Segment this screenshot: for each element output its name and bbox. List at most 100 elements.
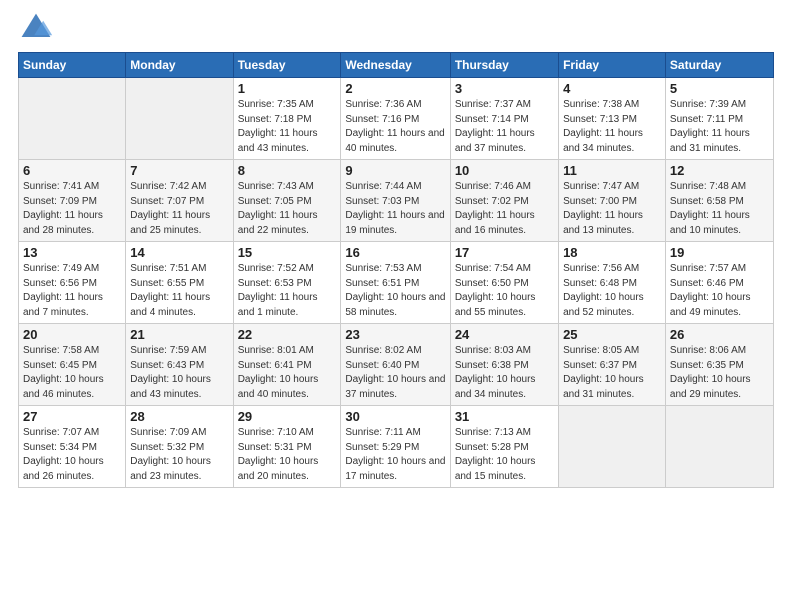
calendar-cell: 12 Sunrise: 7:48 AMSunset: 6:58 PMDayligh… xyxy=(665,160,773,242)
logo-icon xyxy=(18,10,54,46)
day-info: Sunrise: 7:13 AMSunset: 5:28 PMDaylight:… xyxy=(455,426,554,484)
day-info: Sunrise: 7:52 AMSunset: 6:53 PMDaylight:… xyxy=(238,262,337,320)
calendar-table: SundayMondayTuesdayWednesdayThursdayFrid… xyxy=(18,52,774,488)
calendar-cell: 27 Sunrise: 7:07 AMSunset: 5:34 PMDayligh… xyxy=(19,406,126,488)
day-number: 13 xyxy=(23,245,121,260)
calendar-day-header: Thursday xyxy=(450,53,558,78)
day-info: Sunrise: 7:54 AMSunset: 6:50 PMDaylight:… xyxy=(455,262,554,320)
day-info: Sunrise: 7:07 AMSunset: 5:34 PMDaylight:… xyxy=(23,426,121,484)
calendar-cell: 16 Sunrise: 7:53 AMSunset: 6:51 PMDayligh… xyxy=(341,242,450,324)
day-info: Sunrise: 7:38 AMSunset: 7:13 PMDaylight:… xyxy=(563,98,661,156)
day-info: Sunrise: 7:36 AMSunset: 7:16 PMDaylight:… xyxy=(345,98,445,156)
day-info: Sunrise: 8:03 AMSunset: 6:38 PMDaylight:… xyxy=(455,344,554,402)
day-number: 16 xyxy=(345,245,445,260)
calendar-cell: 9 Sunrise: 7:44 AMSunset: 7:03 PMDaylight… xyxy=(341,160,450,242)
day-number: 15 xyxy=(238,245,337,260)
day-info: Sunrise: 7:09 AMSunset: 5:32 PMDaylight:… xyxy=(130,426,228,484)
day-info: Sunrise: 7:58 AMSunset: 6:45 PMDaylight:… xyxy=(23,344,121,402)
day-info: Sunrise: 7:49 AMSunset: 6:56 PMDaylight:… xyxy=(23,262,121,320)
day-info: Sunrise: 7:56 AMSunset: 6:48 PMDaylight:… xyxy=(563,262,661,320)
day-info: Sunrise: 7:48 AMSunset: 6:58 PMDaylight:… xyxy=(670,180,769,238)
day-number: 27 xyxy=(23,409,121,424)
logo xyxy=(18,10,60,46)
day-number: 21 xyxy=(130,327,228,342)
calendar-week-row: 6 Sunrise: 7:41 AMSunset: 7:09 PMDaylight… xyxy=(19,160,774,242)
calendar-week-row: 20 Sunrise: 7:58 AMSunset: 6:45 PMDayligh… xyxy=(19,324,774,406)
day-number: 31 xyxy=(455,409,554,424)
day-number: 8 xyxy=(238,163,337,178)
calendar-cell: 5 Sunrise: 7:39 AMSunset: 7:11 PMDaylight… xyxy=(665,78,773,160)
calendar-cell xyxy=(665,406,773,488)
calendar-cell: 25 Sunrise: 8:05 AMSunset: 6:37 PMDayligh… xyxy=(559,324,666,406)
day-info: Sunrise: 7:43 AMSunset: 7:05 PMDaylight:… xyxy=(238,180,337,238)
day-info: Sunrise: 7:10 AMSunset: 5:31 PMDaylight:… xyxy=(238,426,337,484)
calendar-cell: 28 Sunrise: 7:09 AMSunset: 5:32 PMDayligh… xyxy=(126,406,233,488)
calendar-cell: 10 Sunrise: 7:46 AMSunset: 7:02 PMDayligh… xyxy=(450,160,558,242)
calendar-cell: 24 Sunrise: 8:03 AMSunset: 6:38 PMDayligh… xyxy=(450,324,558,406)
day-info: Sunrise: 7:39 AMSunset: 7:11 PMDaylight:… xyxy=(670,98,769,156)
day-info: Sunrise: 7:59 AMSunset: 6:43 PMDaylight:… xyxy=(130,344,228,402)
calendar-week-row: 13 Sunrise: 7:49 AMSunset: 6:56 PMDayligh… xyxy=(19,242,774,324)
calendar-day-header: Sunday xyxy=(19,53,126,78)
calendar-week-row: 27 Sunrise: 7:07 AMSunset: 5:34 PMDayligh… xyxy=(19,406,774,488)
day-number: 26 xyxy=(670,327,769,342)
day-number: 20 xyxy=(23,327,121,342)
calendar-cell: 31 Sunrise: 7:13 AMSunset: 5:28 PMDayligh… xyxy=(450,406,558,488)
calendar-cell: 4Sunrise: 7:38 AMSunset: 7:13 PMDaylight… xyxy=(559,78,666,160)
calendar-cell xyxy=(126,78,233,160)
calendar-day-header: Friday xyxy=(559,53,666,78)
calendar-header-row: SundayMondayTuesdayWednesdayThursdayFrid… xyxy=(19,53,774,78)
day-info: Sunrise: 7:51 AMSunset: 6:55 PMDaylight:… xyxy=(130,262,228,320)
calendar-cell: 2Sunrise: 7:36 AMSunset: 7:16 PMDaylight… xyxy=(341,78,450,160)
day-number: 28 xyxy=(130,409,228,424)
calendar-week-row: 1Sunrise: 7:35 AMSunset: 7:18 PMDaylight… xyxy=(19,78,774,160)
day-number: 22 xyxy=(238,327,337,342)
day-info: Sunrise: 7:42 AMSunset: 7:07 PMDaylight:… xyxy=(130,180,228,238)
calendar-cell: 3 Sunrise: 7:37 AMSunset: 7:14 PMDaylight… xyxy=(450,78,558,160)
day-number: 23 xyxy=(345,327,445,342)
day-info: Sunrise: 7:46 AMSunset: 7:02 PMDaylight:… xyxy=(455,180,554,238)
calendar-cell: 11Sunrise: 7:47 AMSunset: 7:00 PMDayligh… xyxy=(559,160,666,242)
calendar-cell: 22 Sunrise: 8:01 AMSunset: 6:41 PMDayligh… xyxy=(233,324,341,406)
calendar-cell: 6 Sunrise: 7:41 AMSunset: 7:09 PMDaylight… xyxy=(19,160,126,242)
day-info: Sunrise: 7:53 AMSunset: 6:51 PMDaylight:… xyxy=(345,262,445,320)
day-number: 18 xyxy=(563,245,661,260)
day-number: 29 xyxy=(238,409,337,424)
day-number: 3 xyxy=(455,81,554,96)
day-number: 30 xyxy=(345,409,445,424)
day-number: 25 xyxy=(563,327,661,342)
calendar-cell: 21 Sunrise: 7:59 AMSunset: 6:43 PMDayligh… xyxy=(126,324,233,406)
day-number: 17 xyxy=(455,245,554,260)
day-number: 7 xyxy=(130,163,228,178)
calendar-cell: 1Sunrise: 7:35 AMSunset: 7:18 PMDaylight… xyxy=(233,78,341,160)
day-number: 10 xyxy=(455,163,554,178)
day-info: Sunrise: 8:01 AMSunset: 6:41 PMDaylight:… xyxy=(238,344,337,402)
day-info: Sunrise: 7:37 AMSunset: 7:14 PMDaylight:… xyxy=(455,98,554,156)
day-info: Sunrise: 8:02 AMSunset: 6:40 PMDaylight:… xyxy=(345,344,445,402)
calendar-cell xyxy=(559,406,666,488)
day-number: 12 xyxy=(670,163,769,178)
day-info: Sunrise: 7:11 AMSunset: 5:29 PMDaylight:… xyxy=(345,426,445,484)
calendar-cell: 13 Sunrise: 7:49 AMSunset: 6:56 PMDayligh… xyxy=(19,242,126,324)
day-number: 24 xyxy=(455,327,554,342)
calendar-cell: 15 Sunrise: 7:52 AMSunset: 6:53 PMDayligh… xyxy=(233,242,341,324)
day-info: Sunrise: 7:44 AMSunset: 7:03 PMDaylight:… xyxy=(345,180,445,238)
day-number: 6 xyxy=(23,163,121,178)
calendar-cell: 17 Sunrise: 7:54 AMSunset: 6:50 PMDayligh… xyxy=(450,242,558,324)
calendar-cell: 30 Sunrise: 7:11 AMSunset: 5:29 PMDayligh… xyxy=(341,406,450,488)
calendar-cell: 7 Sunrise: 7:42 AMSunset: 7:07 PMDaylight… xyxy=(126,160,233,242)
day-number: 11 xyxy=(563,163,661,178)
day-number: 5 xyxy=(670,81,769,96)
day-info: Sunrise: 8:05 AMSunset: 6:37 PMDaylight:… xyxy=(563,344,661,402)
calendar-cell: 20 Sunrise: 7:58 AMSunset: 6:45 PMDayligh… xyxy=(19,324,126,406)
calendar-day-header: Monday xyxy=(126,53,233,78)
day-info: Sunrise: 7:41 AMSunset: 7:09 PMDaylight:… xyxy=(23,180,121,238)
calendar-cell: 23 Sunrise: 8:02 AMSunset: 6:40 PMDayligh… xyxy=(341,324,450,406)
calendar-cell: 8 Sunrise: 7:43 AMSunset: 7:05 PMDaylight… xyxy=(233,160,341,242)
day-number: 9 xyxy=(345,163,445,178)
calendar-cell: 18 Sunrise: 7:56 AMSunset: 6:48 PMDayligh… xyxy=(559,242,666,324)
day-number: 19 xyxy=(670,245,769,260)
calendar-day-header: Tuesday xyxy=(233,53,341,78)
day-number: 14 xyxy=(130,245,228,260)
page-header xyxy=(18,10,774,46)
